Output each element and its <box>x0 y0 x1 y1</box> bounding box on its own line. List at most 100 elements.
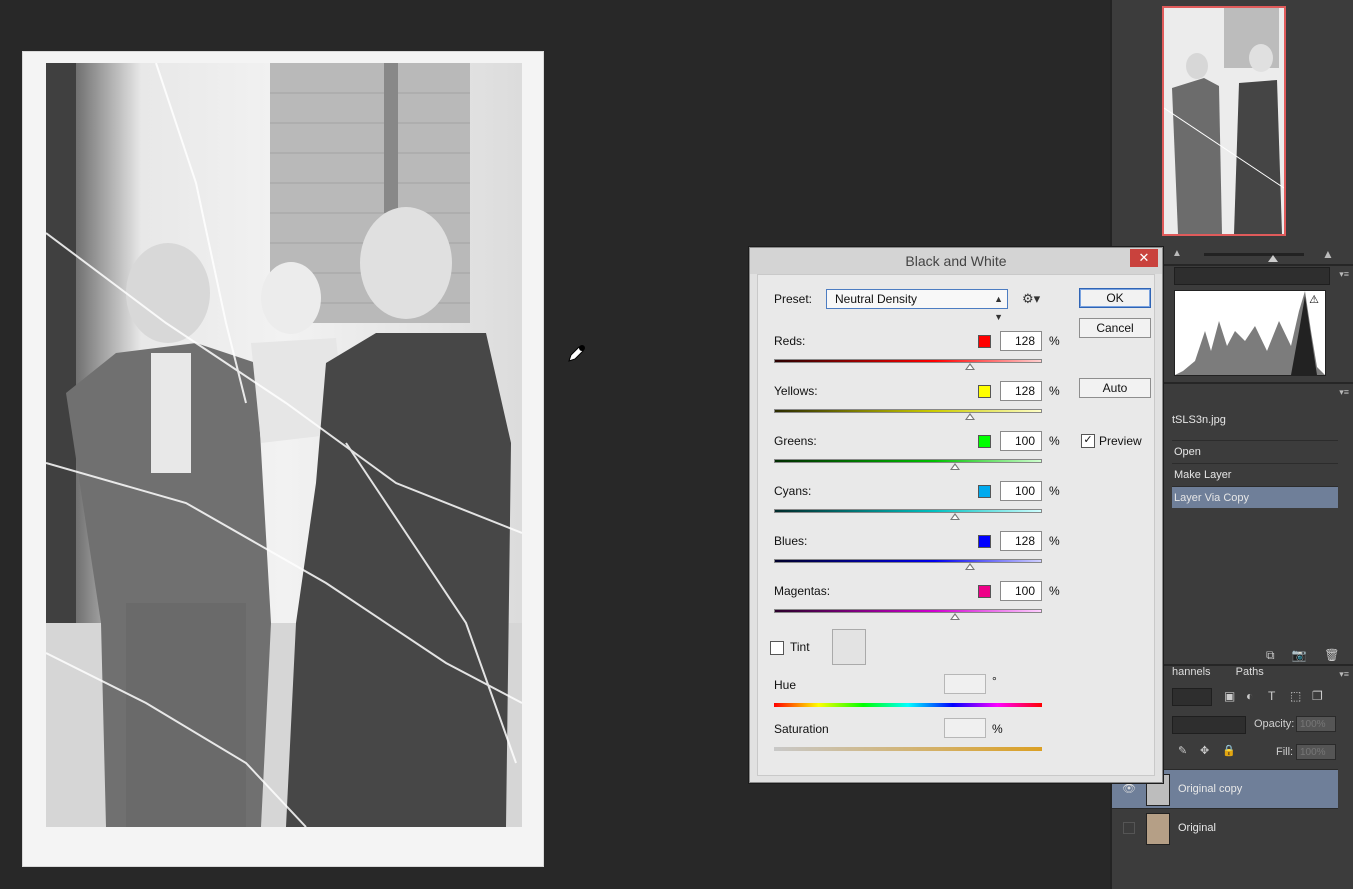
camera-icon[interactable]: 📷 <box>1292 648 1307 662</box>
navigator-zoom-slider[interactable] <box>1204 253 1304 262</box>
lock-all-icon[interactable]: 🔒 <box>1222 744 1236 757</box>
reds-value-field[interactable]: 128 <box>1000 331 1042 351</box>
blues-slider-track[interactable] <box>774 559 1042 563</box>
yellows-value-field[interactable]: 128 <box>1000 381 1042 401</box>
layers-panel-menu-icon[interactable]: ▾≡ <box>1337 670 1349 679</box>
history-step-open[interactable]: Open <box>1172 440 1338 462</box>
zoom-in-icon[interactable]: ▲ <box>1322 247 1334 261</box>
slider-label: Cyans: <box>774 484 812 498</box>
history-snapshot[interactable]: tSLS3n.jpg <box>1172 405 1352 435</box>
layer-name: Original <box>1178 822 1216 834</box>
preset-select[interactable]: Neutral Density ▲ ▼ <box>826 289 1008 322</box>
cyans-slider-track[interactable] <box>774 509 1042 513</box>
greens-value-field[interactable]: 100 <box>1000 431 1042 451</box>
zoom-out-icon[interactable]: ▲ <box>1172 248 1182 259</box>
layer-name: Original copy <box>1178 783 1243 795</box>
color-swatch <box>978 585 991 598</box>
color-swatch <box>978 485 991 498</box>
tab-paths[interactable]: Paths <box>1236 666 1264 678</box>
document-canvas-photo[interactable] <box>22 51 544 867</box>
tint-color-swatch[interactable] <box>832 629 866 665</box>
magentas-value-field[interactable]: 100 <box>1000 581 1042 601</box>
percent-unit: % <box>1049 584 1060 598</box>
reds-slider-handle[interactable] <box>964 363 975 370</box>
fill-field[interactable]: 100% <box>1296 744 1336 760</box>
eye-icon[interactable]: 👁 <box>1122 782 1136 796</box>
close-button[interactable]: ✕ <box>1130 249 1158 267</box>
magentas-slider-handle[interactable] <box>949 613 960 620</box>
filter-shape-icon[interactable]: ⬚ <box>1290 689 1301 703</box>
trash-icon[interactable]: 🗑 <box>1324 648 1339 662</box>
navigator-zoom-handle[interactable] <box>1268 255 1278 262</box>
greens-slider-track[interactable] <box>774 459 1042 463</box>
filter-pixel-icon[interactable]: ▣ <box>1224 689 1235 703</box>
navigator-preview[interactable] <box>1162 6 1286 236</box>
slider-label: Reds: <box>774 334 806 348</box>
histogram-panel-menu-icon[interactable]: ▾≡ <box>1337 270 1349 279</box>
new-document-icon[interactable]: ⧉ <box>1266 648 1275 662</box>
layer-filter-select[interactable] <box>1172 688 1212 706</box>
blend-mode-select[interactable] <box>1172 716 1246 734</box>
dialog-body: Preset: Neutral Density ▲ ▼ ⚙▾ OK Cancel … <box>757 274 1155 776</box>
history-footer: ⧉ 📷 🗑 <box>1252 648 1352 662</box>
filter-type-icon[interactable]: T <box>1268 689 1275 703</box>
tint-checkbox[interactable] <box>770 641 784 655</box>
filter-adjustment-icon[interactable]: ◐ <box>1246 689 1253 703</box>
tint-label: Tint <box>790 640 810 654</box>
color-swatch <box>978 535 991 548</box>
auto-button[interactable]: Auto <box>1079 378 1151 398</box>
saturation-label: Saturation <box>774 722 829 736</box>
opacity-field[interactable]: 100% <box>1296 716 1336 732</box>
saturation-field[interactable] <box>944 718 986 738</box>
percent-unit: % <box>1049 434 1060 448</box>
preview-checkbox[interactable]: ✓ <box>1081 434 1095 448</box>
history-panel-menu-icon[interactable]: ▾≡ <box>1337 388 1349 397</box>
slider-row-blues: Blues: 128% <box>774 531 1064 575</box>
layer-filter-row: ▣ ◐ T ⬚ ❐ <box>1172 688 1352 706</box>
tab-channels[interactable]: hannels <box>1172 666 1211 678</box>
lock-brush-icon[interactable]: ✎ <box>1178 744 1187 757</box>
reds-slider-track[interactable] <box>774 359 1042 363</box>
select-arrows-icon: ▲ ▼ <box>994 294 1003 322</box>
hue-field[interactable] <box>944 674 986 694</box>
navigator-preview-image <box>1163 8 1285 234</box>
layer-lock-row: ✎ ✥ 🔒 Fill: 100% <box>1172 744 1352 762</box>
cyans-slider-handle[interactable] <box>949 513 960 520</box>
slider-label: Magentas: <box>774 584 831 598</box>
magentas-slider-track[interactable] <box>774 609 1042 613</box>
layer-row-original[interactable]: Original <box>1112 808 1338 847</box>
filter-smart-object-icon[interactable]: ❐ <box>1312 689 1323 703</box>
opacity-label: Opacity: <box>1254 718 1295 730</box>
navigator-zoom-row: ▲ ▲ <box>1172 247 1347 263</box>
histogram-warning-icon[interactable]: ⚠ <box>1309 293 1319 306</box>
blues-value-field[interactable]: 128 <box>1000 531 1042 551</box>
layers-panel-tabs: hannels Paths <box>1172 666 1352 682</box>
cancel-button[interactable]: Cancel <box>1079 318 1151 338</box>
histogram-source-select[interactable] <box>1174 267 1330 285</box>
visibility-toggle[interactable] <box>1123 822 1135 834</box>
yellows-slider-track[interactable] <box>774 409 1042 413</box>
eyedropper-cursor-icon <box>568 345 585 362</box>
blues-slider-handle[interactable] <box>964 563 975 570</box>
dialog-title: Black and White <box>905 253 1007 269</box>
hue-unit: ° <box>992 674 997 688</box>
lock-move-icon[interactable]: ✥ <box>1200 744 1209 757</box>
slider-label: Greens: <box>774 434 817 448</box>
saturation-slider[interactable] <box>774 747 1042 751</box>
slider-row-greens: Greens: 100% <box>774 431 1064 475</box>
history-step-make-layer[interactable]: Make Layer <box>1172 463 1338 485</box>
histogram-graph <box>1175 291 1325 375</box>
dialog-titlebar[interactable]: Black and White ✕ <box>750 248 1162 274</box>
percent-unit: % <box>1049 334 1060 348</box>
slider-label: Yellows: <box>774 384 818 398</box>
cyans-value-field[interactable]: 100 <box>1000 481 1042 501</box>
history-step-layer-via-copy[interactable]: Layer Via Copy <box>1172 486 1338 508</box>
color-swatch <box>978 335 991 348</box>
ok-button[interactable]: OK <box>1079 288 1151 308</box>
greens-slider-handle[interactable] <box>949 463 960 470</box>
saturation-unit: % <box>992 722 1003 736</box>
preset-options-gear-icon[interactable]: ⚙▾ <box>1022 291 1040 307</box>
yellows-slider-handle[interactable] <box>964 413 975 420</box>
hue-slider[interactable] <box>774 703 1042 707</box>
histogram: ⚠ <box>1174 290 1326 376</box>
